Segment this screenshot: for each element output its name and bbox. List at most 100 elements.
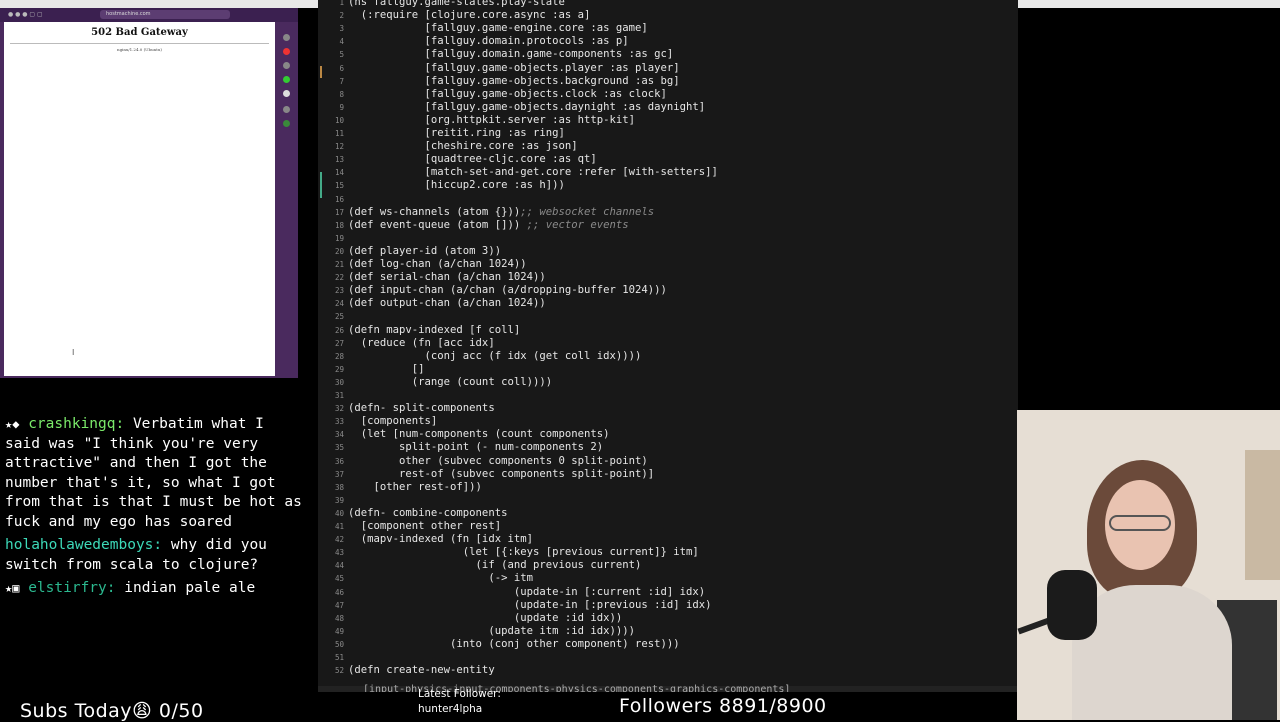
line-number: 27 [334,338,344,348]
code-line[interactable]: 3 [fallguy.game-engine.core :as game] [318,22,1018,35]
code-line[interactable]: 17 (def ws-channels (atom {}));; websocke… [318,206,1018,219]
extension-icon[interactable] [283,106,290,113]
code-line[interactable]: 30 (range (count coll)))) [318,376,1018,389]
line-number: 50 [334,639,344,649]
code-line[interactable]: 18 (def event-queue (atom [])) ;; vector … [318,219,1018,232]
extension-icon[interactable] [283,76,290,83]
code-line[interactable]: 46 (update-in [:current :id] idx) [318,586,1018,599]
code-line[interactable]: 50 (into (conj other component) rest))) [318,638,1018,651]
code-line[interactable]: 29 [] [318,363,1018,376]
code-line[interactable]: 39 [318,494,1018,507]
code-text: rest-of (subvec components split-point)] [348,468,654,481]
code-line[interactable]: 33 [components] [318,415,1018,428]
code-line[interactable]: 26 (defn mapv-indexed [f coll] [318,324,1018,337]
code-line[interactable]: 11 [reitit.ring :as ring] [318,127,1018,140]
extension-icon[interactable] [283,90,290,97]
code-text: (update :id idx)) [348,612,622,625]
code-line[interactable]: 34 (let [num-components (count component… [318,428,1018,441]
line-number: 15 [334,181,344,191]
code-line[interactable]: 4 [fallguy.domain.protocols :as p] [318,35,1018,48]
code-line[interactable]: 7 [fallguy.game-objects.background :as b… [318,75,1018,88]
code-text: other (subvec components 0 split-point) [348,455,648,468]
code-line[interactable]: 24 (def output-chan (a/chan 1024)) [318,297,1018,310]
code-line[interactable]: 5 [fallguy.domain.game-components :as gc… [318,48,1018,61]
chat-text: indian pale ale [124,580,256,596]
code-line[interactable]: 36 other (subvec components 0 split-poin… [318,455,1018,468]
code-line[interactable]: 19 [318,232,1018,245]
code-line[interactable]: 43 (let [{:keys [previous current]} itm] [318,546,1018,559]
code-line[interactable]: 40 (defn- combine-components [318,507,1018,520]
chat-username[interactable]: crashkingq: [28,416,124,432]
extension-icon[interactable] [283,62,290,69]
code-segment: (def event-queue (atom [])) [348,218,521,231]
code-line[interactable]: 25 [318,310,1018,323]
line-number: 46 [334,587,344,597]
code-line[interactable]: 31 [318,389,1018,402]
line-number: 35 [334,443,344,453]
code-line[interactable]: 1 (ns fallguy.game-states.play-state [318,0,1018,9]
line-number: 23 [334,286,344,296]
line-number: 40 [334,508,344,518]
extension-icon[interactable] [283,34,290,41]
code-text: (update itm :id idx)))) [348,625,635,638]
code-line[interactable]: 32 (defn- split-components [318,402,1018,415]
chat-username[interactable]: elstirfry: [28,580,115,596]
code-segment: (update-in [:current :id] idx) [348,585,706,598]
code-text: (update-in [:current :id] idx) [348,586,705,599]
code-line[interactable]: 21 (def log-chan (a/chan 1024)) [318,258,1018,271]
code-text: (ns fallguy.game-states.play-state [348,0,565,9]
code-line[interactable]: 8 [fallguy.game-objects.clock :as clock] [318,88,1018,101]
code-line[interactable]: 47 (update-in [:previous :id] idx) [318,599,1018,612]
code-line[interactable]: 49 (update itm :id idx)))) [318,625,1018,638]
browser-page: 502 Bad Gateway nginx/1.24.0 (Ubuntu) I [4,22,275,376]
code-line[interactable]: 15 [hiccup2.core :as h])) [318,179,1018,192]
line-number: 37 [334,469,344,479]
code-line[interactable]: 2 (:require [clojure.core.async :as a] [318,9,1018,22]
code-text: (def event-queue (atom [])) ;; vector ev… [348,219,629,232]
extension-icon[interactable] [283,120,290,127]
code-line[interactable]: 14 [match-set-and-get.core :refer [with-… [318,166,1018,179]
code-line[interactable]: 45 (-> itm [318,572,1018,585]
tab-icons[interactable]: ● ● ● ▢ ▢ [8,11,43,18]
code-line[interactable]: 52 (defn create-new-entity [318,664,1018,677]
code-segment: other (subvec components 0 split-point) [348,454,648,467]
code-line[interactable]: 13 [quadtree-cljc.core :as qt] [318,153,1018,166]
code-segment: (def ws-channels (atom {})) [348,205,521,218]
code-line[interactable]: 44 (if (and previous current) [318,559,1018,572]
code-segment: (range (count coll)))) [348,375,553,388]
code-segment: [fallguy.game-objects.clock :as clock] [348,87,667,100]
code-line[interactable]: 12 [cheshire.core :as json] [318,140,1018,153]
badge-icon: ★▣ [5,581,20,595]
code-text: [quadtree-cljc.core :as qt] [348,153,597,166]
code-line[interactable]: 51 [318,651,1018,664]
code-line[interactable]: 38 [other rest-of])) [318,481,1018,494]
code-line[interactable]: 6 [fallguy.game-objects.player :as playe… [318,62,1018,75]
code-line[interactable]: 42 (mapv-indexed (fn [idx itm] [318,533,1018,546]
code-line[interactable]: 23 (def input-chan (a/chan (a/dropping-bu… [318,284,1018,297]
code-text: (def serial-chan (a/chan 1024)) [348,271,546,284]
code-line[interactable]: 9 [fallguy.game-objects.daynight :as day… [318,101,1018,114]
line-number: 3 [339,24,344,34]
code-text: (mapv-indexed (fn [idx itm] [348,533,533,546]
code-segment: (let [{:keys [previous current]} itm] [348,546,699,559]
code-line[interactable]: 28 (conj acc (f idx (get coll idx)))) [318,350,1018,363]
code-line[interactable]: 37 rest-of (subvec components split-poin… [318,468,1018,481]
code-segment: (update-in [:previous :id] idx) [348,598,712,611]
extension-icon[interactable] [283,48,290,55]
latest-follower-label: Latest Follower: [418,688,501,700]
chat-username[interactable]: holaholawedemboys: [5,537,162,553]
code-line[interactable]: 22 (def serial-chan (a/chan 1024)) [318,271,1018,284]
code-line[interactable]: 16 [318,193,1018,206]
line-number: 14 [334,168,344,178]
code-line[interactable]: 41 [component other rest] [318,520,1018,533]
address-bar[interactable]: hostmachine.com [100,10,230,19]
code-segment: (def player-id (atom 3)) [348,244,502,257]
code-line[interactable]: 48 (update :id idx)) [318,612,1018,625]
code-line[interactable]: 35 split-point (- num-components 2) [318,441,1018,454]
browser-window: ● ● ● ▢ ▢ hostmachine.com 502 Bad Gatewa… [0,8,298,378]
line-number: 32 [334,404,344,414]
code-editor[interactable]: [input-physics-input-components-physics-… [318,0,1018,692]
code-line[interactable]: 20 (def player-id (atom 3)) [318,245,1018,258]
code-line[interactable]: 27 (reduce (fn [acc idx] [318,337,1018,350]
code-line[interactable]: 10 [org.httpkit.server :as http-kit] [318,114,1018,127]
